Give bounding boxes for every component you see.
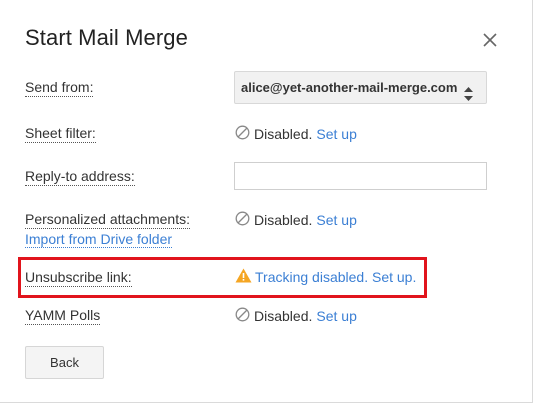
- send-from-label: Send from:: [25, 79, 94, 97]
- yamm-polls-status-text: Disabled.: [254, 308, 313, 324]
- close-icon[interactable]: [480, 30, 500, 50]
- disabled-icon: [235, 307, 250, 325]
- mail-merge-dialog: Start Mail Merge Send from: alice@yet-an…: [0, 0, 533, 403]
- yamm-polls-status: Disabled. Set up: [235, 307, 357, 325]
- import-from-drive-link[interactable]: Import from Drive folder: [25, 231, 173, 248]
- disabled-icon: [235, 125, 250, 143]
- sheet-filter-status: Disabled. Set up: [235, 125, 357, 143]
- sheet-filter-status-text: Disabled.: [254, 126, 313, 142]
- send-from-value: alice@yet-another-mail-merge.com: [241, 80, 458, 95]
- personalized-attachments-label: Personalized attachments:: [25, 211, 190, 229]
- sheet-filter-label: Sheet filter:: [25, 125, 96, 143]
- personalized-attachments-status-text: Disabled.: [254, 212, 313, 228]
- yamm-polls-label: YAMM Polls: [25, 307, 101, 325]
- reply-to-input[interactable]: [234, 162, 487, 190]
- sheet-filter-setup-link[interactable]: Set up: [316, 126, 356, 142]
- dialog-title: Start Mail Merge: [25, 25, 188, 50]
- disabled-icon: [235, 211, 250, 229]
- reply-to-label: Reply-to address:: [25, 168, 135, 186]
- send-from-select[interactable]: alice@yet-another-mail-merge.com: [234, 71, 487, 104]
- select-arrows-icon: [464, 81, 473, 112]
- back-button[interactable]: Back: [25, 346, 104, 379]
- yamm-polls-setup-link[interactable]: Set up: [316, 308, 356, 324]
- unsubscribe-setup-link[interactable]: Tracking disabled. Set up.: [255, 269, 416, 285]
- warning-icon: [235, 268, 255, 286]
- unsubscribe-label: Unsubscribe link:: [25, 269, 132, 287]
- personalized-attachments-status: Disabled. Set up: [235, 211, 357, 229]
- personalized-attachments-setup-link[interactable]: Set up: [316, 212, 356, 228]
- unsubscribe-status[interactable]: Tracking disabled. Set up.: [235, 268, 416, 286]
